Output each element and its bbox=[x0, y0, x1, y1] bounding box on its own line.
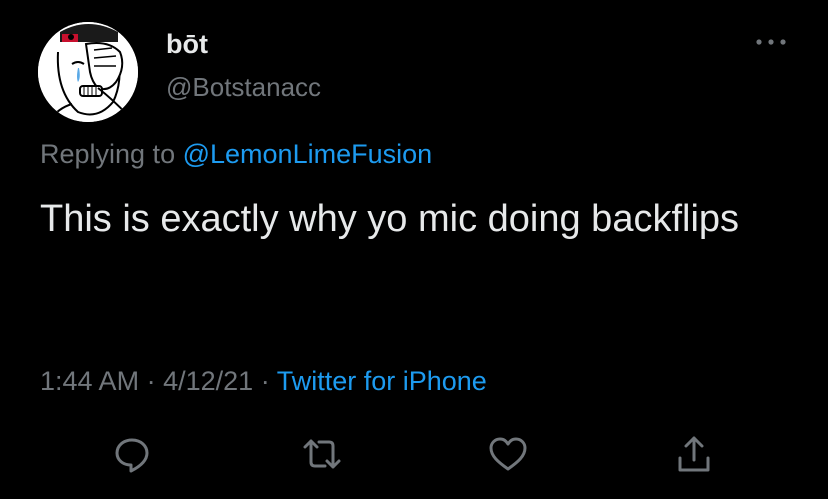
heart-icon bbox=[489, 437, 527, 471]
reply-mention-link[interactable]: @LemonLimeFusion bbox=[183, 139, 433, 169]
reply-icon bbox=[115, 438, 149, 473]
tweet-date: 4/12/21 bbox=[163, 366, 254, 396]
avatar[interactable] bbox=[38, 22, 138, 122]
tweet-text: This is exactly why yo mic doing backfli… bbox=[40, 198, 740, 240]
user-handle[interactable]: @Botstanacc bbox=[166, 71, 321, 103]
replying-to-label: Replying to bbox=[40, 139, 176, 169]
tweet-meta: 1:44 AM · 4/12/21 · Twitter for iPhone bbox=[40, 364, 487, 398]
tweet-time: 1:44 AM bbox=[40, 366, 140, 396]
tweet-source-link[interactable]: Twitter for iPhone bbox=[277, 366, 487, 396]
like-button[interactable] bbox=[486, 432, 530, 476]
share-button[interactable] bbox=[672, 432, 716, 476]
retweet-icon bbox=[303, 439, 341, 469]
display-name[interactable]: bōt bbox=[166, 28, 208, 60]
crying-wojak-avatar-icon bbox=[38, 22, 138, 122]
meta-separator: · bbox=[146, 366, 156, 396]
meta-separator: · bbox=[260, 366, 270, 396]
action-bar bbox=[0, 432, 828, 476]
share-icon bbox=[678, 436, 710, 472]
retweet-button[interactable] bbox=[300, 432, 344, 476]
more-options-icon[interactable] bbox=[754, 32, 788, 52]
replying-to: Replying to @LemonLimeFusion bbox=[40, 138, 432, 170]
reply-button[interactable] bbox=[110, 432, 154, 476]
